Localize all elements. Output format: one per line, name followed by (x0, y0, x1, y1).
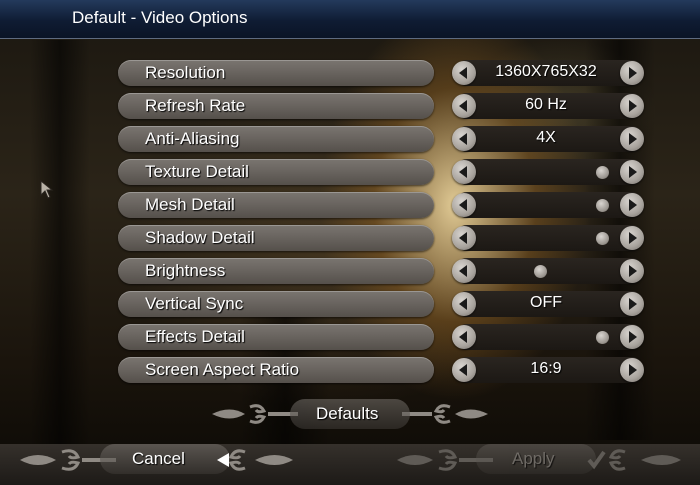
arrow-left-icon[interactable] (452, 325, 476, 349)
arrow-right-icon[interactable] (620, 61, 644, 85)
option-row: Texture Detail (118, 157, 648, 187)
option-row: Refresh Rate 60 Hz (118, 91, 648, 121)
arrow-right-icon[interactable] (620, 94, 644, 118)
option-row: Vertical Sync OFF (118, 289, 648, 319)
option-value: 16:9 (530, 360, 562, 377)
cancel-ornament-right-icon (217, 449, 293, 471)
apply-button[interactable]: Apply (476, 444, 596, 474)
arrow-right-icon[interactable] (620, 226, 644, 250)
option-row: Mesh Detail (118, 190, 648, 220)
option-value-track (454, 324, 644, 350)
arrow-left-icon[interactable] (452, 193, 476, 217)
option-label: Anti-Aliasing (145, 129, 240, 148)
arrow-right-icon[interactable] (620, 325, 644, 349)
arrow-left-icon[interactable] (452, 160, 476, 184)
apply-button-label: Apply (512, 449, 555, 468)
option-label-pill[interactable]: Brightness (118, 258, 434, 284)
defaults-button[interactable]: Defaults (290, 399, 410, 429)
option-value: 1360X765X32 (495, 63, 597, 80)
arrow-right-icon[interactable] (620, 160, 644, 184)
window-title: Default - Video Options (72, 8, 248, 27)
option-label: Effects Detail (145, 327, 245, 346)
option-label: Screen Aspect Ratio (145, 360, 300, 379)
slider-knob[interactable] (596, 331, 609, 344)
cursor-arrow-icon (40, 180, 54, 199)
option-value-track (454, 225, 644, 251)
arrow-right-icon[interactable] (620, 292, 644, 316)
option-label: Brightness (145, 261, 226, 280)
slider-knob[interactable] (596, 166, 609, 179)
cancel-button-label: Cancel (132, 449, 185, 468)
option-row: Resolution 1360X765X32 (118, 58, 648, 88)
option-row: Brightness (118, 256, 648, 286)
option-label-pill[interactable]: Vertical Sync (118, 291, 434, 317)
checkmark-icon (587, 449, 681, 471)
slider-knob[interactable] (596, 199, 609, 212)
option-row: Effects Detail (118, 322, 648, 352)
slider-knob[interactable] (533, 265, 547, 278)
cancel-button[interactable]: Cancel (100, 444, 230, 474)
option-row: Anti-Aliasing 4X (118, 124, 648, 154)
arrow-left-icon[interactable] (452, 94, 476, 118)
arrow-left-icon[interactable] (452, 259, 476, 283)
option-label: Resolution (145, 63, 226, 82)
arrow-left-icon[interactable] (452, 61, 476, 85)
arrow-left-icon[interactable] (452, 292, 476, 316)
arrow-right-icon[interactable] (620, 127, 644, 151)
option-label-pill[interactable]: Resolution (118, 60, 434, 86)
option-label-pill[interactable]: Anti-Aliasing (118, 126, 434, 152)
option-label-pill[interactable]: Mesh Detail (118, 192, 434, 218)
option-value-track (454, 258, 644, 284)
option-label: Refresh Rate (145, 96, 246, 115)
defaults-ornament-right-icon (402, 404, 488, 424)
title-bar: Default - Video Options (0, 0, 700, 39)
option-row: Shadow Detail (118, 223, 648, 253)
defaults-ornament-left-icon (212, 404, 298, 424)
slider-knob[interactable] (596, 232, 609, 245)
option-label-pill[interactable]: Texture Detail (118, 159, 434, 185)
option-label: Shadow Detail (145, 228, 255, 247)
option-value-track (454, 159, 644, 185)
option-label-pill[interactable]: Refresh Rate (118, 93, 434, 119)
option-value: 60 Hz (525, 96, 567, 113)
arrow-left-icon[interactable] (452, 226, 476, 250)
option-value: OFF (530, 294, 562, 311)
arrow-right-icon[interactable] (620, 259, 644, 283)
option-value: 4X (536, 129, 556, 146)
arrow-right-icon[interactable] (620, 358, 644, 382)
option-label: Texture Detail (145, 162, 249, 181)
arrow-right-icon[interactable] (620, 193, 644, 217)
option-value-track (454, 192, 644, 218)
option-label-pill[interactable]: Screen Aspect Ratio (118, 357, 434, 383)
option-label-pill[interactable]: Shadow Detail (118, 225, 434, 251)
option-label: Vertical Sync (145, 294, 244, 313)
arrow-left-icon[interactable] (452, 358, 476, 382)
option-label-pill[interactable]: Effects Detail (118, 324, 434, 350)
arrow-left-icon[interactable] (452, 127, 476, 151)
option-row: Screen Aspect Ratio 16:9 (118, 355, 648, 385)
option-label: Mesh Detail (145, 195, 235, 214)
defaults-button-label: Defaults (316, 404, 379, 423)
